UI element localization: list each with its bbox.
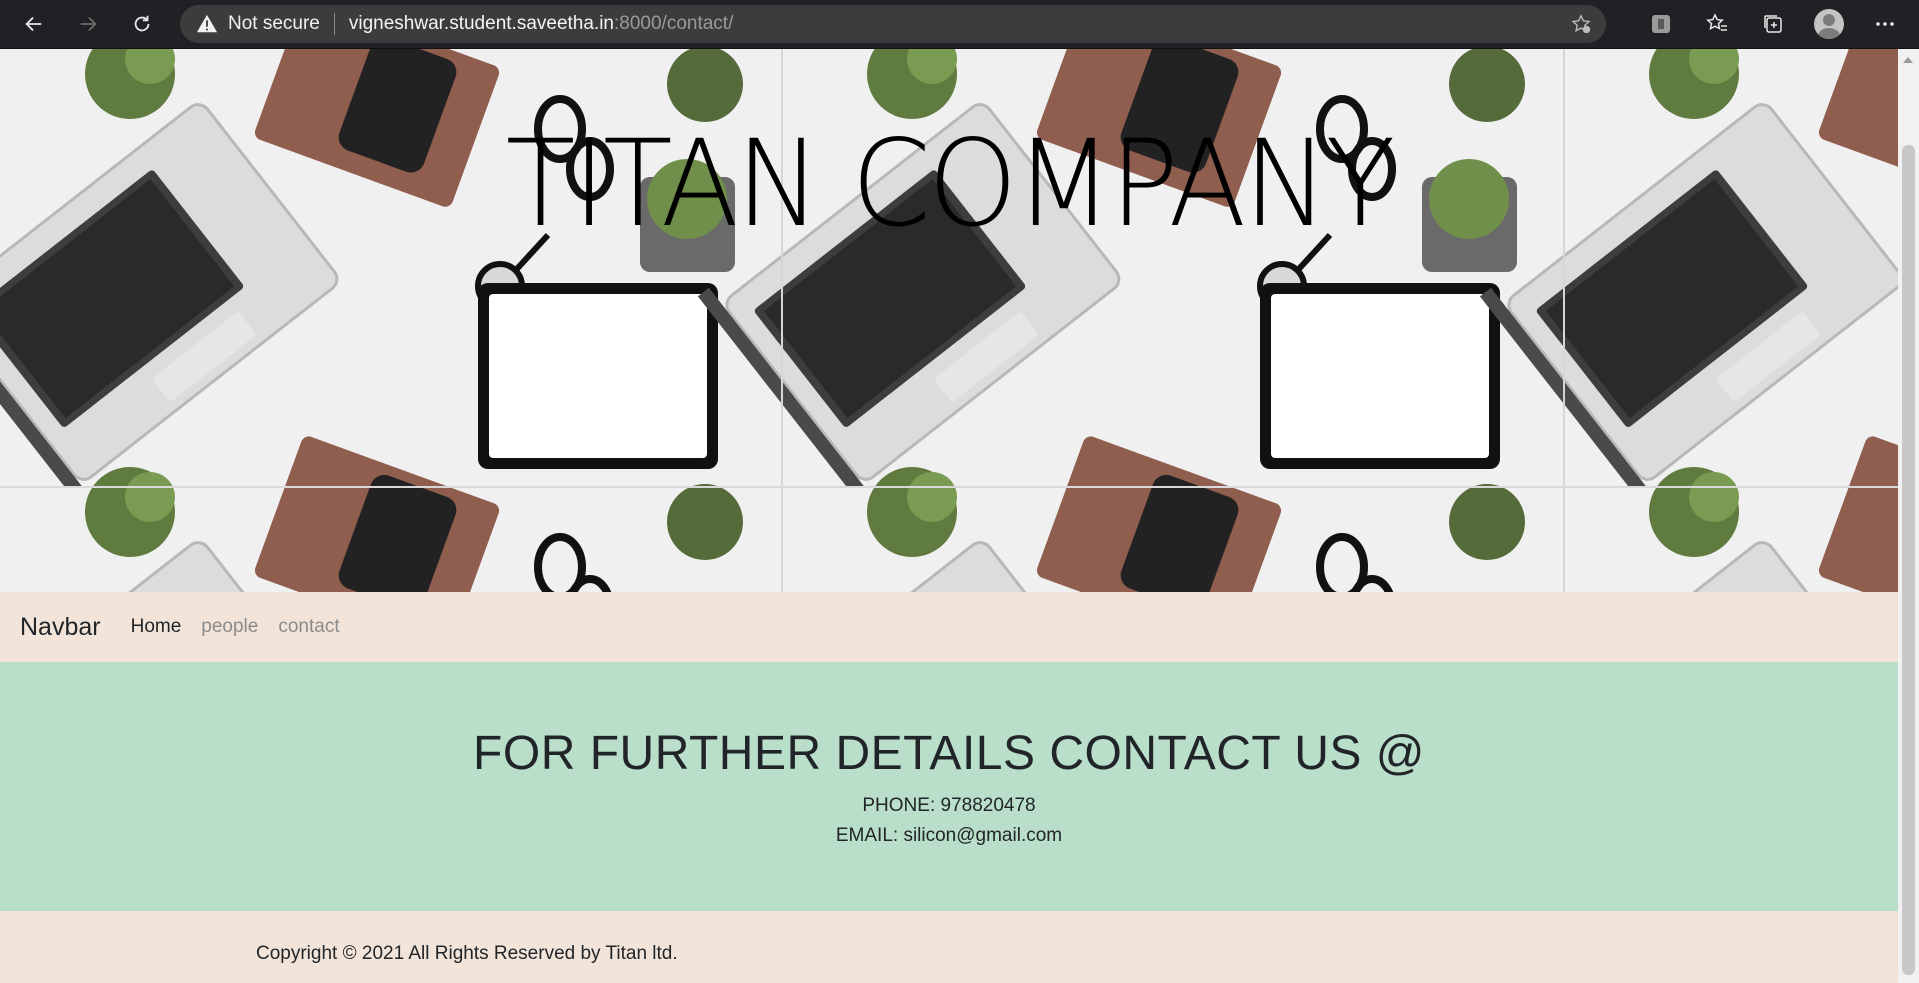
navbar-brand[interactable]: Navbar bbox=[20, 613, 101, 642]
menu-button[interactable] bbox=[1863, 2, 1907, 46]
avatar-icon bbox=[1814, 9, 1844, 39]
nav-link-people[interactable]: people bbox=[201, 616, 258, 638]
reload-button[interactable] bbox=[124, 6, 160, 42]
security-label[interactable]: Not secure bbox=[228, 13, 320, 35]
nav-link-contact[interactable]: contact bbox=[278, 616, 339, 638]
contact-phone: PHONE: 978820478 bbox=[862, 795, 1036, 816]
url-host: vigneshwar.student.saveetha.in bbox=[348, 13, 614, 34]
address-separator bbox=[333, 13, 335, 35]
contact-email: EMAIL: silicon@gmail.com bbox=[835, 825, 1063, 846]
hero-banner: TITAN COMPANY bbox=[0, 49, 1898, 592]
add-favorite-icon[interactable] bbox=[1570, 13, 1592, 35]
collections-icon bbox=[1764, 15, 1782, 33]
url-path: :8000/contact/ bbox=[614, 13, 734, 34]
collections-button[interactable] bbox=[1751, 2, 1795, 46]
footer: Copyright © 2021 All Rights Reserved by … bbox=[0, 911, 1898, 983]
navbar: Navbar Home people contact bbox=[0, 592, 1898, 662]
scroll-up-arrow-icon[interactable] bbox=[1903, 57, 1913, 63]
back-arrow-icon bbox=[25, 16, 42, 32]
more-options-icon bbox=[1876, 22, 1894, 26]
contact-heading: FOR FURTHER DETAILS CONTACT US @ bbox=[473, 727, 1425, 780]
footer-copyright: Copyright © 2021 All Rights Reserved by … bbox=[256, 943, 678, 964]
back-button[interactable] bbox=[16, 6, 52, 42]
scroll-thumb[interactable] bbox=[1902, 145, 1915, 975]
address-bar[interactable]: Not secure vigneshwar.student.saveetha.i… bbox=[180, 5, 1606, 43]
extension-icon bbox=[1652, 15, 1670, 33]
contact-section: FOR FURTHER DETAILS CONTACT US @ PHONE: … bbox=[0, 662, 1898, 911]
web-page: TITAN COMPANY Navbar Home people contact… bbox=[0, 49, 1898, 983]
favorites-button[interactable] bbox=[1695, 2, 1739, 46]
profile-button[interactable] bbox=[1807, 2, 1851, 46]
browser-toolbar: Not secure vigneshwar.student.saveetha.i… bbox=[0, 0, 1919, 49]
hero-title: TITAN COMPANY bbox=[505, 113, 1396, 254]
forward-arrow-icon bbox=[80, 16, 97, 32]
page-scrollbar[interactable] bbox=[1898, 49, 1919, 983]
favorites-icon bbox=[1706, 13, 1727, 31]
forward-button[interactable] bbox=[70, 6, 106, 42]
warning-icon bbox=[196, 14, 218, 33]
extension-button[interactable] bbox=[1639, 2, 1683, 46]
reload-icon bbox=[134, 15, 150, 32]
nav-link-home[interactable]: Home bbox=[131, 616, 182, 638]
